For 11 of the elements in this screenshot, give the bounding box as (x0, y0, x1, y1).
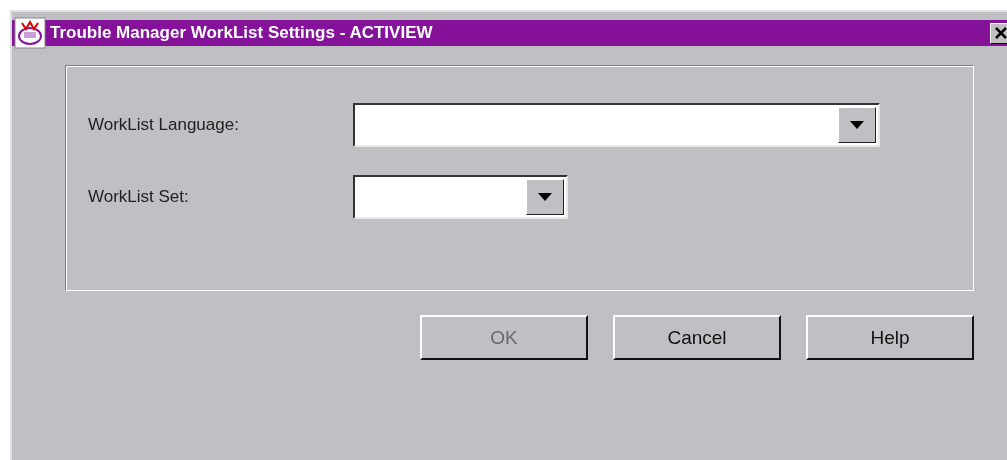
dialog-button[interactable]: Help (806, 315, 974, 360)
dialog-button[interactable]: Cancel (613, 315, 781, 360)
window-title: Trouble Manager WorkList Settings - ACTIVIEW (50, 23, 434, 43)
close-button[interactable] (990, 22, 1007, 44)
field-label: WorkList Set: (88, 187, 190, 207)
field-label: WorkList Language: (88, 115, 240, 135)
dropdown-arrow-icon (850, 121, 864, 129)
dropdown-field[interactable] (353, 175, 568, 219)
dropdown-field[interactable] (353, 103, 880, 147)
dropdown-arrow-icon (538, 193, 552, 201)
close-icon (994, 26, 1007, 40)
